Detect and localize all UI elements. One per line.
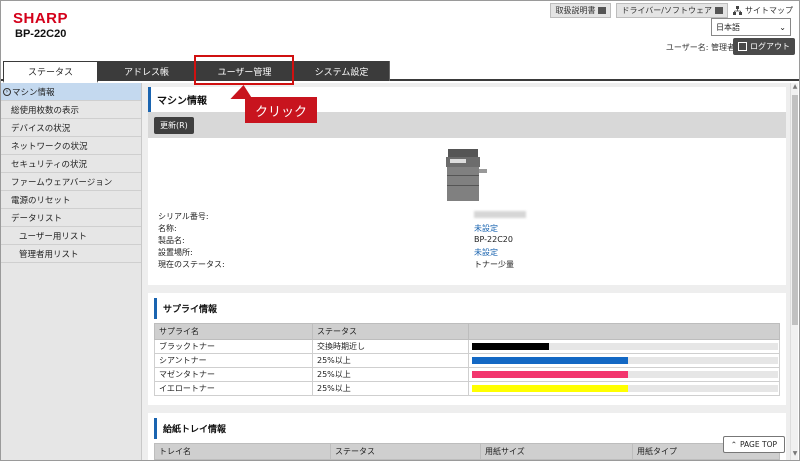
toner-level-bar bbox=[472, 343, 549, 350]
sidebar: › マシン情報 総使用枚数の表示 デバイスの状況 ネットワークの状況 セキュリティ… bbox=[1, 83, 142, 460]
column-header: サプライ名 bbox=[154, 323, 313, 340]
toner-level-track bbox=[472, 343, 778, 350]
download-icon bbox=[715, 7, 723, 14]
chevron-up-icon: ⌃ bbox=[730, 440, 738, 449]
tab-system-settings[interactable]: システム設定 bbox=[294, 61, 390, 81]
sharp-logo: SHARP bbox=[13, 10, 69, 27]
supply-title: サプライ情報 bbox=[154, 298, 786, 319]
scroll-thumb[interactable] bbox=[792, 95, 798, 325]
sidebar-item-security-status[interactable]: セキュリティの状況 bbox=[1, 155, 141, 173]
supply-status: 25%以上 bbox=[312, 367, 469, 382]
user-name: ユーザー名: 管理者 bbox=[665, 43, 735, 52]
logout-icon bbox=[738, 42, 747, 51]
machine-info-panel: マシン情報 更新(R) シリアル番号: 名称: 未設定 製品名: BP-22C20 … bbox=[148, 87, 786, 285]
sidebar-item-device-status[interactable]: デバイスの状況 bbox=[1, 119, 141, 137]
supply-level-cell bbox=[468, 367, 780, 382]
chevron-down-icon: ⌄ bbox=[779, 22, 786, 32]
supply-name: シアントナー bbox=[154, 353, 313, 368]
column-header: トレイ名 bbox=[154, 443, 331, 460]
scroll-up-icon[interactable]: ▲ bbox=[791, 83, 799, 93]
supply-info-panel: サプライ情報 サプライ名 ステータス ブラックトナー 交換時期近し シアントナー 25… bbox=[148, 293, 786, 405]
name-value-link[interactable]: 未設定 bbox=[474, 223, 498, 235]
printer-image bbox=[446, 149, 487, 201]
supply-row: ブラックトナー 交換時期近し bbox=[154, 339, 780, 354]
tab-address-book[interactable]: アドレス帳 bbox=[98, 61, 196, 81]
refresh-button[interactable]: 更新(R) bbox=[154, 117, 194, 134]
info-row: 名称: 未設定 bbox=[158, 223, 498, 235]
supply-name: ブラックトナー bbox=[154, 339, 313, 354]
supply-status: 交換時期近し bbox=[312, 339, 469, 354]
supply-status: 25%以上 bbox=[312, 381, 469, 396]
language-select[interactable]: 日本語 ⌄ bbox=[711, 18, 791, 36]
tray-table: トレイ名 ステータス 用紙サイズ 用紙タイプ bbox=[154, 443, 780, 460]
blurred-serial bbox=[474, 211, 526, 218]
supply-table: サプライ名 ステータス ブラックトナー 交換時期近し シアントナー 25%以上 マゼンタ… bbox=[154, 323, 780, 396]
main-tabs: ステータス アドレス帳 ユーザー管理 システム設定 bbox=[1, 61, 799, 83]
toner-level-track bbox=[472, 371, 778, 378]
sidebar-item-network-status[interactable]: ネットワークの状況 bbox=[1, 137, 141, 155]
sidebar-item-firmware[interactable]: ファームウェアバージョン bbox=[1, 173, 141, 191]
sidebar-item-power-reset[interactable]: 電源のリセット bbox=[1, 191, 141, 209]
column-header: ステータス bbox=[330, 443, 481, 460]
info-row: 製品名: BP-22C20 bbox=[158, 235, 513, 245]
info-row: シリアル番号: bbox=[158, 211, 758, 223]
click-callout: クリック bbox=[245, 97, 317, 123]
location-value-link[interactable]: 未設定 bbox=[474, 247, 498, 259]
logout-button[interactable]: ログアウト bbox=[733, 38, 795, 55]
tray-info-panel: 給紙トレイ情報 トレイ名 ステータス 用紙サイズ 用紙タイプ bbox=[148, 413, 786, 460]
supply-level-cell bbox=[468, 353, 780, 368]
top-links: 取扱説明書 ドライバー/ソフトウェア サイトマップ bbox=[550, 3, 793, 18]
supply-row: シアントナー 25%以上 bbox=[154, 353, 780, 368]
scrollbar[interactable]: ▲ ▼ bbox=[790, 83, 798, 460]
sitemap-icon bbox=[733, 6, 742, 15]
supply-level-cell bbox=[468, 381, 780, 396]
driver-link[interactable]: ドライバー/ソフトウェア bbox=[616, 3, 728, 18]
supply-row: マゼンタトナー 25%以上 bbox=[154, 367, 780, 382]
column-header bbox=[468, 323, 780, 340]
sitemap-link[interactable]: サイトマップ bbox=[733, 5, 793, 16]
sidebar-item-total-count[interactable]: 総使用枚数の表示 bbox=[1, 101, 141, 119]
serial-number-value bbox=[474, 211, 526, 223]
main-content: マシン情報 更新(R) シリアル番号: 名称: 未設定 製品名: BP-22C20 … bbox=[142, 83, 792, 460]
model-name: BP-22C20 bbox=[15, 28, 67, 40]
scroll-down-icon[interactable]: ▼ bbox=[791, 450, 799, 460]
column-header: 用紙サイズ bbox=[480, 443, 633, 460]
toner-level-track bbox=[472, 385, 778, 392]
toner-level-track bbox=[472, 357, 778, 364]
supply-status: 25%以上 bbox=[312, 353, 469, 368]
tray-title: 給紙トレイ情報 bbox=[154, 418, 786, 439]
toner-level-bar bbox=[472, 371, 629, 378]
sidebar-item-machine-info[interactable]: › マシン情報 bbox=[1, 83, 141, 101]
manual-link[interactable]: 取扱説明書 bbox=[550, 3, 612, 18]
sidebar-item-admin-list[interactable]: 管理者用リスト bbox=[1, 245, 141, 263]
column-header: ステータス bbox=[312, 323, 469, 340]
browser-frame: SHARP BP-22C20 取扱説明書 ドライバー/ソフトウェア サイトマップ… bbox=[0, 0, 800, 461]
supply-name: イエロートナー bbox=[154, 381, 313, 396]
tab-status[interactable]: ステータス bbox=[3, 61, 98, 83]
toner-level-bar bbox=[472, 385, 629, 392]
chevron-right-icon: › bbox=[3, 87, 11, 96]
sidebar-item-data-list[interactable]: データリスト bbox=[1, 209, 141, 227]
refresh-bar: 更新(R) bbox=[148, 112, 786, 138]
info-row: 現在のステータス: トナー少量 bbox=[158, 260, 514, 269]
toner-level-bar bbox=[472, 357, 629, 364]
sidebar-item-user-list[interactable]: ユーザー用リスト bbox=[1, 227, 141, 245]
supply-row: イエロートナー 25%以上 bbox=[154, 381, 780, 396]
supply-name: マゼンタトナー bbox=[154, 367, 313, 382]
click-highlight-box bbox=[194, 55, 294, 85]
manual-icon bbox=[598, 7, 607, 14]
supply-level-cell bbox=[468, 339, 780, 354]
page-top-button[interactable]: ⌃ PAGE TOP bbox=[722, 436, 785, 453]
info-row: 設置場所: 未設定 bbox=[158, 247, 498, 259]
machine-info-rows: シリアル番号: 名称: 未設定 製品名: BP-22C20 設置場所: 未設定 現在の… bbox=[158, 211, 758, 271]
